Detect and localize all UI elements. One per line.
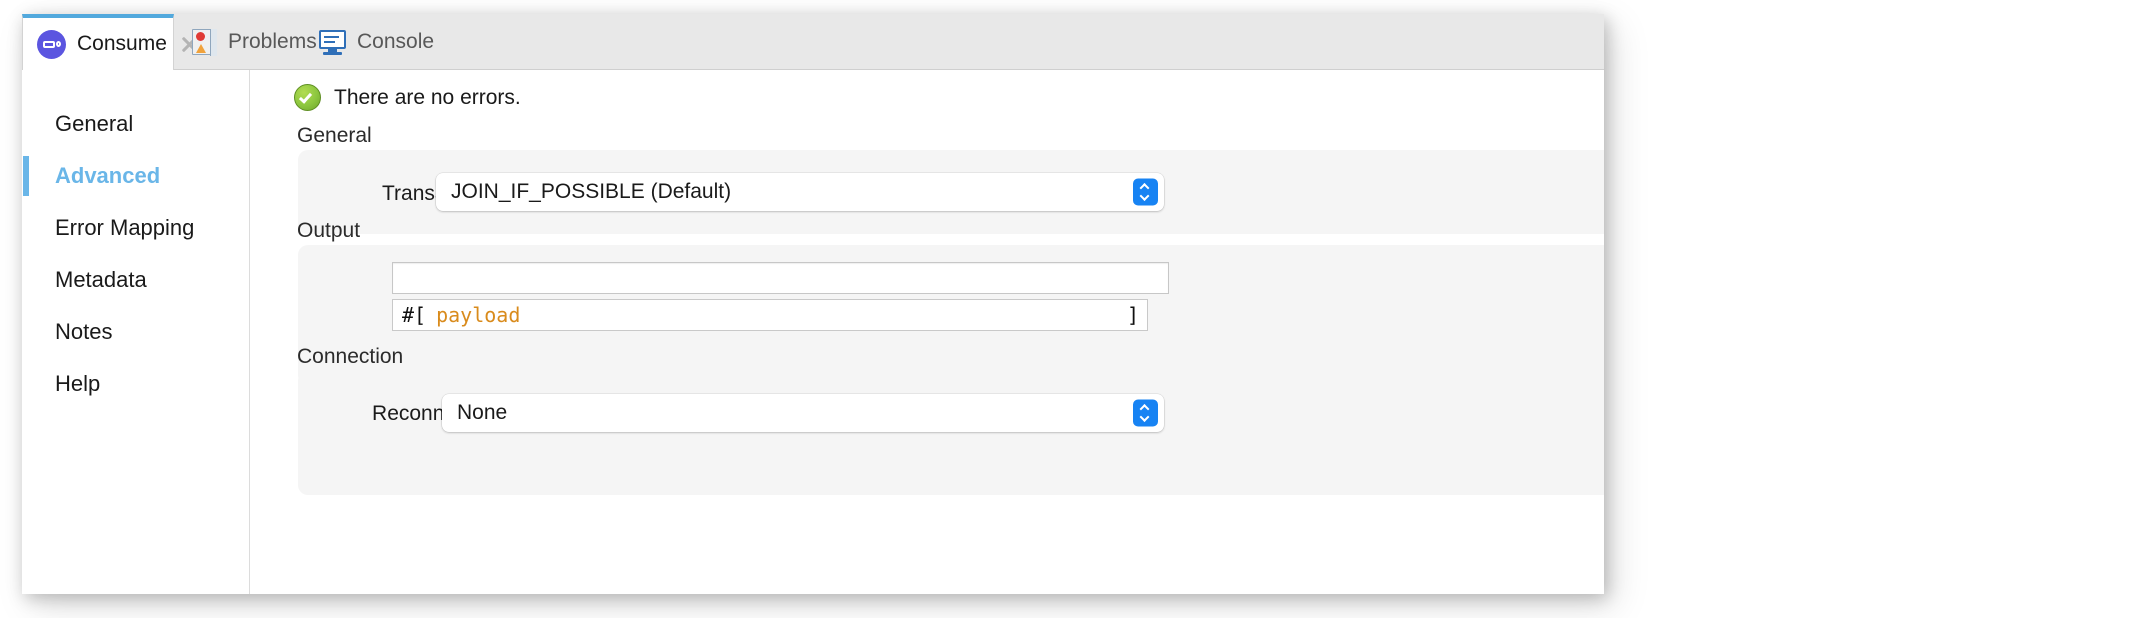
section-title-connection: Connection	[297, 345, 404, 368]
console-monitor-icon	[319, 29, 346, 55]
transactional-action-select[interactable]: JOIN_IF_POSSIBLE (Default)	[436, 173, 1164, 211]
sidebar-item-help[interactable]: Help	[22, 358, 249, 410]
tab-console[interactable]: Console	[305, 14, 448, 70]
target-value-expression-input[interactable]: #[ payload ]	[392, 299, 1148, 331]
reconnection-strategy-select[interactable]: None	[442, 394, 1164, 432]
sidebar-item-metadata[interactable]: Metadata	[22, 254, 249, 306]
tab-consume-label: Consume	[77, 32, 167, 55]
section-title-general: General	[297, 124, 372, 147]
consume-bubble-icon	[37, 29, 66, 59]
expression-open-bracket: #[	[402, 303, 427, 327]
validation-status-text: There are no errors.	[334, 85, 521, 109]
success-check-icon	[294, 84, 321, 111]
settings-content: There are no errors. General Transaction…	[251, 70, 1604, 594]
expression-body: payload	[436, 303, 521, 327]
tab-problems-label: Problems	[228, 30, 317, 53]
tab-strip: Consume Problems Console	[22, 14, 1604, 70]
problems-page-icon	[192, 29, 217, 56]
reconnection-strategy-value: None	[457, 401, 508, 424]
sidebar-item-general[interactable]: General	[22, 98, 249, 150]
window-body: General Advanced Error Mapping Metadata …	[22, 70, 1604, 594]
panel-connection	[298, 371, 1604, 495]
chevron-updown-icon[interactable]	[1133, 178, 1158, 206]
sidebar-item-label: Notes	[55, 319, 113, 344]
sidebar-item-label: Metadata	[55, 267, 147, 292]
settings-sidebar: General Advanced Error Mapping Metadata …	[22, 70, 250, 594]
sidebar-item-label: Advanced	[55, 163, 161, 188]
target-variable-input[interactable]	[392, 262, 1169, 294]
transactional-action-value: JOIN_IF_POSSIBLE (Default)	[451, 180, 732, 203]
validation-status: There are no errors.	[294, 84, 521, 111]
sidebar-item-label: Error Mapping	[55, 215, 195, 240]
chevron-updown-icon[interactable]	[1133, 399, 1158, 427]
tab-console-label: Console	[357, 30, 435, 53]
screenshot-root: Consume Problems Console General Advance…	[0, 0, 2142, 618]
editor-window: Consume Problems Console General Advance…	[22, 14, 1604, 594]
sidebar-item-error-mapping[interactable]: Error Mapping	[22, 202, 249, 254]
sidebar-item-label: General	[55, 111, 134, 136]
sidebar-item-label: Help	[55, 371, 101, 396]
expression-close-bracket: ]	[1126, 303, 1139, 327]
sidebar-item-advanced[interactable]: Advanced	[22, 150, 249, 202]
tab-consume[interactable]: Consume	[22, 14, 174, 70]
sidebar-item-notes[interactable]: Notes	[22, 306, 249, 358]
section-title-output: Output	[297, 219, 361, 242]
